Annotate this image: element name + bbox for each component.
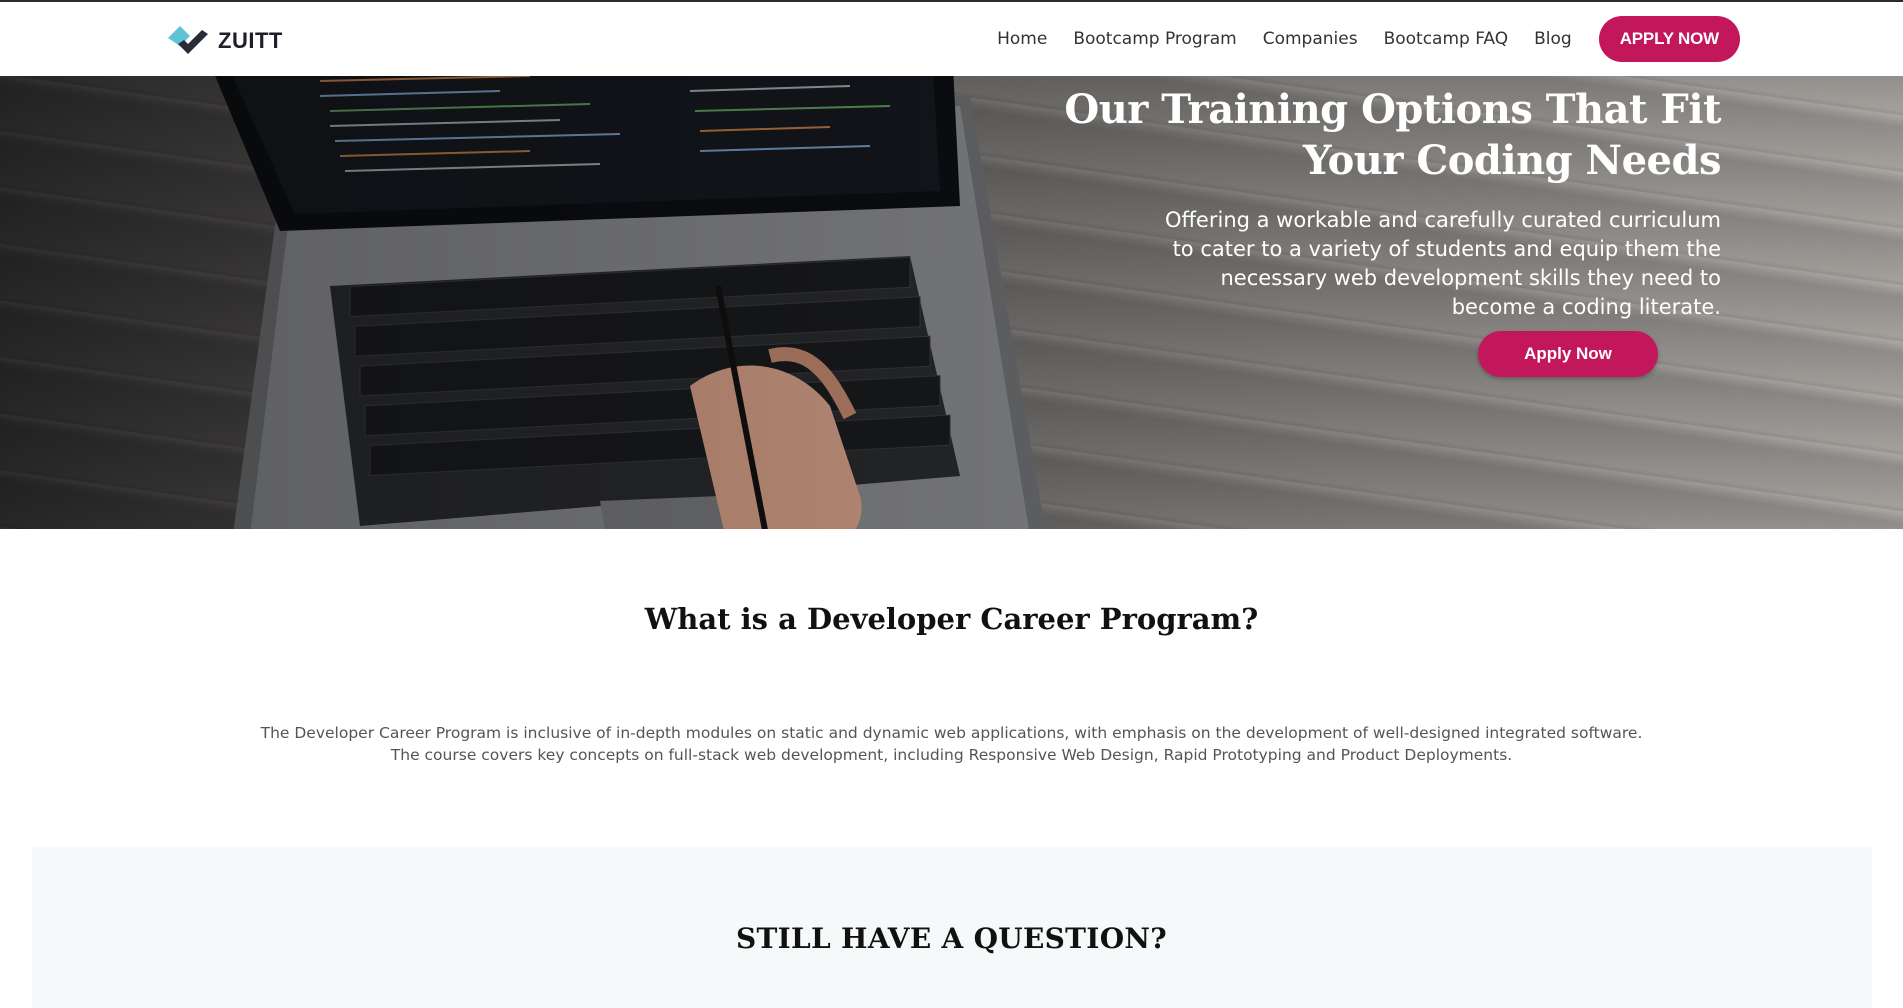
- zuitt-logo-icon: [168, 26, 208, 54]
- navbar: ZUITT Home Bootcamp Program Companies Bo…: [0, 2, 1903, 76]
- developer-career-description: The Developer Career Program is inclusiv…: [260, 724, 1643, 764]
- hero-text-block: Our Training Options That Fit Your Codin…: [1001, 84, 1721, 322]
- hero-title: Our Training Options That Fit Your Codin…: [1064, 86, 1721, 184]
- question-heading: STILL HAVE A QUESTION?: [735, 922, 1167, 955]
- hero-banner: Our Training Options That Fit Your Codin…: [0, 76, 1903, 529]
- nav-blog[interactable]: Blog: [1534, 29, 1572, 49]
- brand-name: ZUITT: [218, 28, 283, 53]
- nav-apply-now-button[interactable]: APPLY NOW: [1598, 16, 1740, 62]
- hero-subtitle: Offering a workable and carefully curate…: [1164, 208, 1721, 319]
- nav-bootcamp-faq[interactable]: Bootcamp FAQ: [1384, 29, 1509, 49]
- main-nav: Home Bootcamp Program Companies Bootcamp…: [997, 16, 1740, 62]
- brand-logo[interactable]: ZUITT: [166, 24, 283, 58]
- nav-bootcamp-program[interactable]: Bootcamp Program: [1073, 29, 1236, 49]
- hero-apply-now-button[interactable]: Apply Now: [1478, 331, 1658, 377]
- nav-companies[interactable]: Companies: [1263, 29, 1358, 49]
- developer-career-heading: What is a Developer Career Program?: [644, 602, 1259, 636]
- nav-home[interactable]: Home: [997, 29, 1047, 49]
